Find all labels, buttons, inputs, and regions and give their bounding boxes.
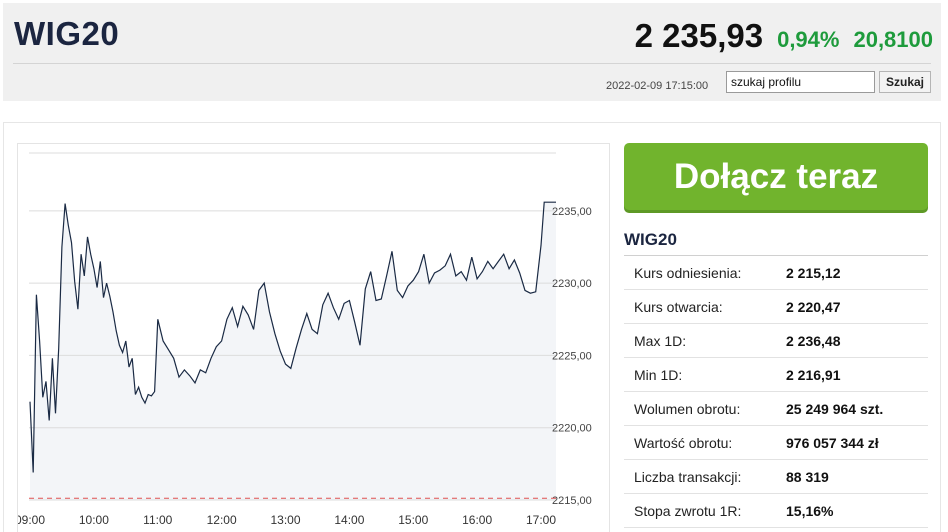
stat-label: Max 1D:: [634, 333, 687, 349]
stats-table: Kurs odniesienia: 2 215,12 Kurs otwarcia: 2…: [624, 256, 928, 528]
intraday-chart: 2215,00 2220,00 2225,00 2230,00 2235,00 09:00…: [17, 143, 610, 532]
stat-value: 976 057 344 zł: [786, 435, 879, 451]
price-area: [30, 202, 556, 500]
last-price: 2 235,93: [634, 17, 764, 54]
y-tick-label: 2230,00: [552, 278, 592, 290]
stat-row: Wartość obrotu: 976 057 344 zł: [624, 426, 928, 460]
x-tick-label: 11:00: [143, 513, 172, 527]
stat-row: Min 1D: 2 216,91: [624, 358, 928, 392]
quote-timestamp: 2022-02-09 17:15:00: [606, 80, 709, 92]
y-tick-label: 2235,00: [552, 206, 592, 218]
search-button[interactable]: Szukaj: [879, 71, 931, 93]
y-tick-label: 2225,00: [552, 350, 592, 362]
stat-label: Liczba transakcji:: [634, 469, 742, 485]
x-tick-label: 12:00: [207, 513, 237, 527]
y-tick-label: 2220,00: [552, 423, 592, 435]
ticker-name: WIG20: [14, 15, 120, 52]
stat-label: Kurs otwarcia:: [634, 299, 723, 315]
stat-value: 2 215,12: [786, 265, 841, 281]
stat-row: Kurs otwarcia: 2 220,47: [624, 290, 928, 324]
x-tick-label: 15:00: [398, 513, 428, 527]
stat-value: 88 319: [786, 469, 829, 485]
stat-label: Wolumen obrotu:: [634, 401, 741, 417]
stat-label: Kurs odniesienia:: [634, 265, 742, 281]
stat-label: Min 1D:: [634, 367, 683, 383]
stat-row: Wolumen obrotu: 25 249 964 szt.: [624, 392, 928, 426]
header-divider: [13, 63, 931, 64]
x-tick-label: 16:00: [462, 513, 492, 527]
profile-search-input[interactable]: [726, 71, 875, 93]
x-tick-label: 10:00: [79, 513, 109, 527]
x-tick-label: 17:00: [526, 513, 556, 527]
stat-label: Stopa zwrotu 1R:: [634, 503, 742, 519]
x-tick-label: 09:00: [18, 513, 45, 527]
change-percent: 0,94%: [777, 27, 840, 52]
stat-value: 25 249 964 szt.: [786, 401, 884, 417]
join-now-button[interactable]: Dołącz teraz: [624, 143, 928, 210]
chart-canvas: 2215,00 2220,00 2225,00 2230,00 2235,00 09:00…: [18, 152, 592, 527]
stat-row: Kurs odniesienia: 2 215,12: [624, 256, 928, 290]
change-absolute: 20,8100: [853, 27, 933, 52]
x-tick-label: 14:00: [334, 513, 364, 527]
stats-title: WIG20: [624, 230, 677, 249]
y-tick-label: 2215,00: [552, 495, 592, 507]
quote-summary: 2 235,93 0,94% 20,8100: [635, 17, 933, 55]
stat-row: Max 1D: 2 236,48: [624, 324, 928, 358]
stat-row: Liczba transakcji: 88 319: [624, 460, 928, 494]
stat-value: 15,16%: [786, 503, 834, 519]
stat-label: Wartość obrotu:: [634, 435, 733, 451]
stat-value: 2 220,47: [786, 299, 841, 315]
stat-value: 2 216,91: [786, 367, 841, 383]
stat-row: Stopa zwrotu 1R: 15,16%: [624, 494, 928, 528]
x-tick-label: 13:00: [270, 513, 300, 527]
stat-value: 2 236,48: [786, 333, 841, 349]
